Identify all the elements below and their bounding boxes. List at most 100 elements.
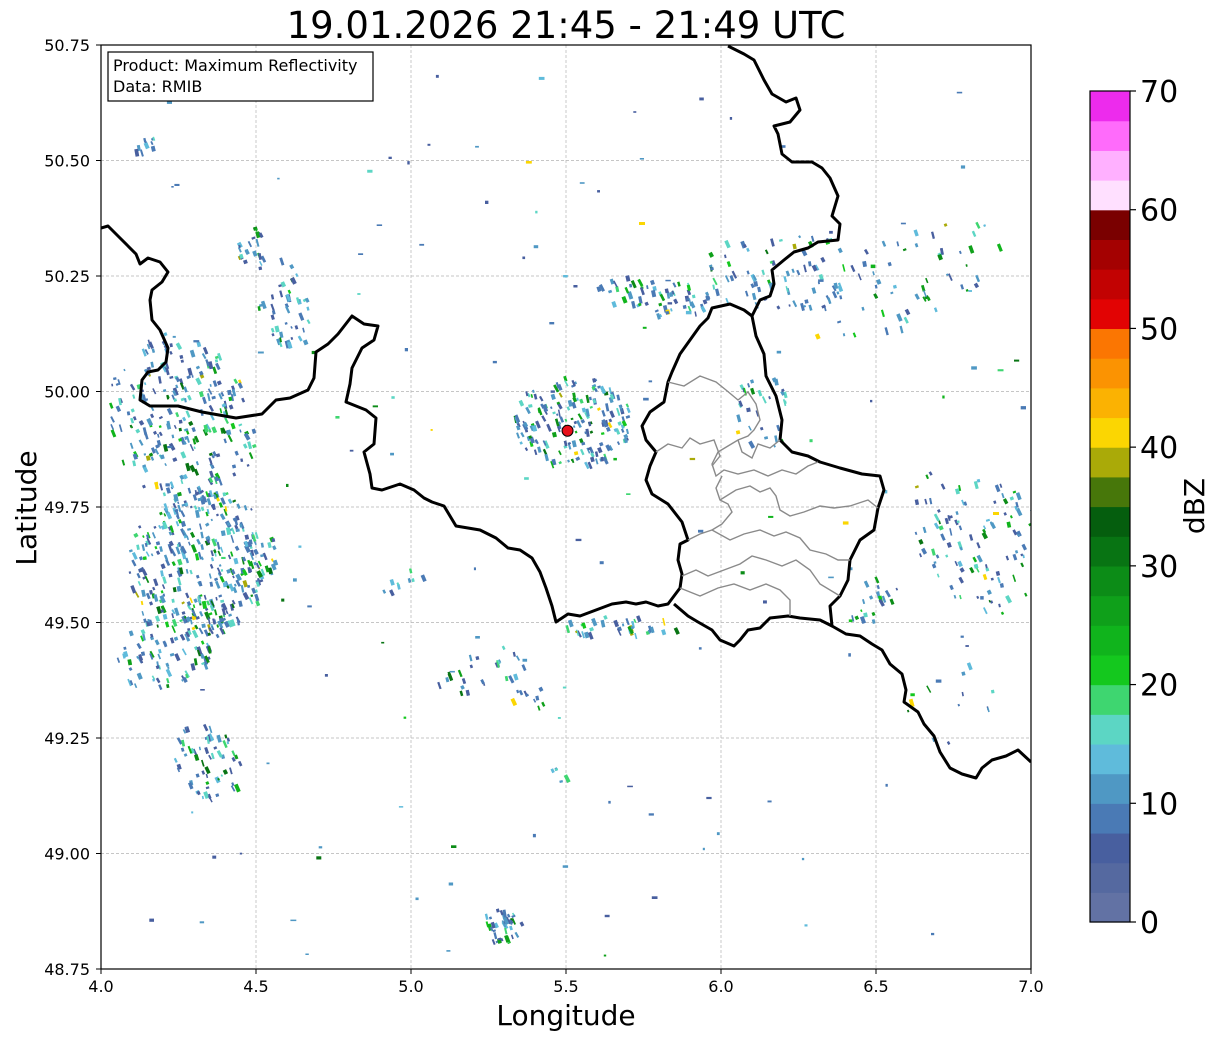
echo-pixel [702,847,705,851]
echo-pixel [828,576,834,579]
echo-pixel [390,452,394,456]
y-tick-label: 50.75 [44,36,90,55]
y-tick-label: 49.25 [44,729,90,748]
echo-pixel [533,245,539,249]
x-tick-label: 5.5 [553,977,578,996]
echo-pixel [706,796,712,800]
colorbar: 0 10 20 30 40 50 60 70 dBZ [1089,75,1211,941]
info-box: Product: Maximum Reflectivity Data: RMIB [107,51,374,102]
echo-pixel [980,596,984,600]
echo-pixel [473,567,476,571]
echo-pixel [305,953,309,955]
echo-pixel [603,954,607,957]
colorbar-cell [1090,150,1130,181]
echo-pixel [535,210,538,214]
x-tick-label: 6.5 [863,977,888,996]
echo-pixel [193,340,200,343]
echo-pixel [776,350,782,354]
echo-pixel [142,556,147,561]
echo-pixel [997,369,1004,372]
echo-pixel [248,568,253,573]
echo-pixel-high [639,222,645,225]
colorbar-cell [1090,595,1130,626]
echo-pixel [492,360,497,364]
colorbar-tick-label: 40 [1140,431,1178,466]
echo-pixel [550,390,555,393]
echo-pixel [247,584,251,588]
x-axis-ticks: 4.0 4.5 5.0 5.5 6.0 6.5 7.0 [88,969,1044,996]
echo-pixel [801,857,805,861]
y-tick-label: 49.00 [44,845,90,864]
echo-pixel [716,832,720,836]
colorbar-tick-label: 20 [1140,669,1178,704]
colorbar-cell [1090,684,1130,715]
colorbar-cell [1090,625,1130,656]
echo-pixel [549,322,555,325]
echo-pixel [1017,534,1021,536]
echo-pixel [767,800,772,803]
echo-pixel [391,396,395,399]
colorbar-cell [1090,387,1130,419]
echo-pixel [367,169,373,173]
colorbar-cell [1090,714,1130,745]
echo-pixel [935,679,942,683]
echo-pixel [573,285,578,288]
echo-pixel [266,762,270,765]
colorbar-cell [1090,803,1130,834]
echo-pixel [358,253,364,255]
colorbar-cell [1090,298,1130,330]
echo-pixel [557,717,561,719]
echo-pixel [698,529,704,533]
colorbar-tick-label: 30 [1140,550,1178,585]
echo-pixel [398,806,404,808]
colorbar-tick-label: 60 [1140,194,1178,229]
radar-site-marker [561,424,574,437]
echo-pixel [475,636,480,639]
echo-pixel [257,351,264,354]
colorbar-cell [1090,328,1130,359]
echo-pixel [1039,522,1044,530]
echo-pixel [562,865,569,868]
echo-pixel [842,521,849,525]
colorbar-cell [1090,892,1130,923]
echo-pixel [931,932,935,936]
echo-pixel [286,483,289,487]
echo-pixel [648,813,654,816]
echo-pixel [643,397,649,401]
echo-pixel [415,897,419,901]
echo-pixel [239,852,243,855]
colorbar-tick-label: 70 [1140,75,1178,110]
y-axis-label: Latitude [10,450,43,565]
colorbar-cell [1090,832,1130,864]
echo-pixel [143,453,147,456]
echo-pixel [485,200,489,204]
x-tick-label: 6.0 [708,977,733,996]
echo-pixel [597,190,600,193]
echo-pixel [174,183,180,186]
colorbar-cell [1090,536,1130,567]
colorbar-cell [1090,239,1130,270]
colorbar-cell [1090,773,1130,804]
echo-pixel [848,619,853,623]
echo-pixel [318,846,323,849]
echo-pixel [149,918,154,922]
echo-pixel [316,856,322,860]
y-tick-label: 50.50 [44,152,90,171]
echo-pixel [349,449,354,452]
echo-pixel [201,623,206,629]
echo-pixel [281,598,285,602]
echo-pixel [165,483,170,487]
colorbar-tick-label: 10 [1140,787,1178,822]
echo-pixel [372,405,378,408]
echo-pixel [258,266,263,271]
echo-pixel [642,326,647,329]
colorbar-ticks: 0 10 20 30 40 50 60 70 [1130,75,1178,941]
colorbar-cell [1090,476,1130,508]
echo-pixel [167,446,173,449]
echo-pixel [729,117,733,120]
figure-title: 19.01.2026 21:45 - 21:49 UTC [287,4,846,47]
echo-pixel [633,111,637,113]
colorbar-cell [1090,417,1130,448]
echo-pixel [335,416,340,419]
echo-pixel [532,833,536,838]
